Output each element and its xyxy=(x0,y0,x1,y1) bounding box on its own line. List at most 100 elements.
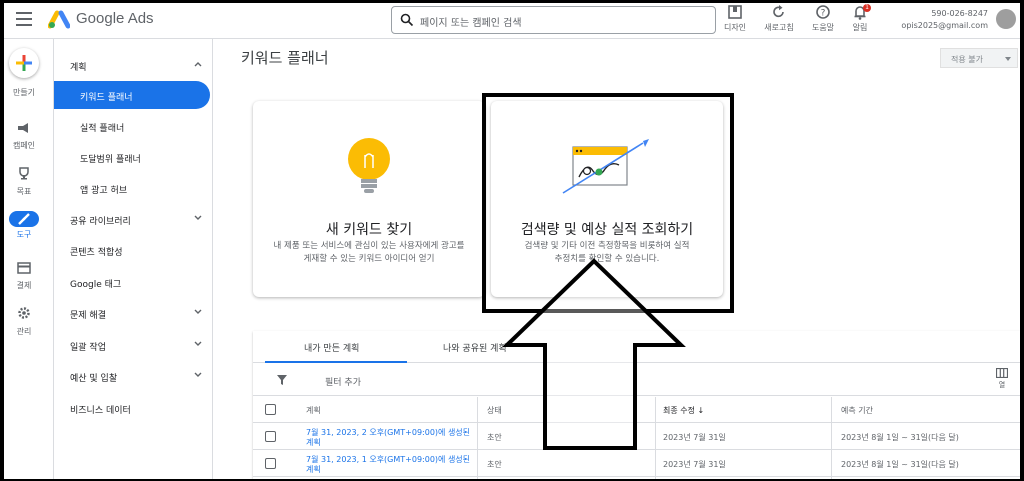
rail-billing-label: 결제 xyxy=(16,281,32,290)
tab-shared-plans[interactable]: 나와 공유된 계획 xyxy=(443,341,507,354)
row-checkbox[interactable] xyxy=(265,458,276,469)
chevron-down-icon xyxy=(194,372,202,377)
help-label: 도움말 xyxy=(811,23,835,32)
plan-modified: 2023년 7월 31일 xyxy=(663,460,726,469)
notification-badge: 1 xyxy=(863,4,871,12)
active-tab-indicator xyxy=(265,361,407,363)
credit-card-icon xyxy=(17,262,31,274)
plan-period: 2023년 8월 1일 ~ 31일(다음 달) xyxy=(841,433,959,442)
nav-item-content-suitability[interactable]: 콘텐츠 적합성 xyxy=(54,236,212,264)
plus-icon xyxy=(16,55,32,71)
tab-my-plans[interactable]: 내가 만든 계획 xyxy=(304,341,359,354)
row-checkbox[interactable] xyxy=(265,431,276,442)
chevron-down-icon xyxy=(194,309,202,314)
search-icon xyxy=(400,13,414,27)
account-info[interactable]: 590-026-8247 opis2025@gmail.com xyxy=(901,8,988,32)
column-divider xyxy=(831,397,832,479)
nav-section-planning[interactable]: 계획 xyxy=(54,51,212,79)
notifications-button[interactable]: 1 알림 xyxy=(840,4,880,36)
gear-icon xyxy=(18,307,30,319)
nav-item-business-data[interactable]: 비즈니스 데이터 xyxy=(54,394,212,422)
discover-card-title: 새 키워드 찾기 xyxy=(325,222,413,238)
svg-text:?: ? xyxy=(821,9,826,19)
account-id: 590-026-8247 xyxy=(931,9,988,18)
column-divider xyxy=(655,397,656,479)
top-bar: Google Ads 페이지 또는 캠페인 검색 디자인 새로고침 ? 도움말 … xyxy=(4,3,1020,39)
apply-dropdown[interactable]: 적용 불가 xyxy=(940,48,1018,68)
page-title: 키워드 플래너 xyxy=(241,49,329,67)
plan-name-line1: 7월 31, 2023, 2 오후(GMT+09:00)에 생성된 xyxy=(306,428,471,437)
tools-pill xyxy=(9,211,39,227)
columns-label: 열 xyxy=(998,381,1006,389)
rail-admin-label: 관리 xyxy=(16,327,32,336)
rail-item-billing[interactable]: 결제 xyxy=(4,259,44,291)
help-button[interactable]: ? 도움말 xyxy=(803,4,843,36)
menu-icon[interactable] xyxy=(16,12,32,26)
tools-nav: 계획 키워드 플래너 실적 플래너 도달범위 플래너 앱 광고 허브 공유 라이… xyxy=(53,39,213,479)
table-row: 7월 31, 2023, 2 오후(GMT+09:00)에 생성된 계획 초안 … xyxy=(253,424,1020,450)
notifications-label: 알림 xyxy=(852,23,868,32)
design-label: 디자인 xyxy=(723,23,747,32)
col-last-modified[interactable]: 최종 수정 ↓ xyxy=(663,405,704,416)
avatar[interactable] xyxy=(996,9,1016,29)
trophy-icon xyxy=(19,167,29,180)
plan-link[interactable]: 7월 31, 2023, 1 오후(GMT+09:00)에 생성된 계획 xyxy=(306,455,470,475)
table-header: 계획 상태 최종 수정 ↓ 예측 기간 xyxy=(253,397,1020,423)
create-button[interactable] xyxy=(9,48,39,78)
account-email: opis2025@gmail.com xyxy=(901,21,988,30)
caret-down-icon xyxy=(1005,57,1011,61)
col-plan[interactable]: 계획 xyxy=(306,405,321,416)
nav-section-budgets-bidding[interactable]: 예산 및 입찰 xyxy=(54,362,212,390)
discover-keywords-card[interactable]: 새 키워드 찾기 내 제품 또는 서비스에 관심이 있는 사용자에게 광고를 게… xyxy=(253,101,485,297)
nav-content-suitability-label: 콘텐츠 적합성 xyxy=(70,248,123,258)
select-all-checkbox[interactable] xyxy=(265,404,276,415)
nav-google-tag-label: Google 태그 xyxy=(70,280,122,290)
nav-business-data-label: 비즈니스 데이터 xyxy=(70,406,131,416)
plan-name-line1: 7월 31, 2023, 1 오후(GMT+09:00)에 생성된 xyxy=(306,455,471,464)
app-frame: Google Ads 페이지 또는 캠페인 검색 디자인 새로고침 ? 도움말 … xyxy=(4,3,1020,479)
nav-item-keyword-planner[interactable]: 키워드 플래너 xyxy=(54,81,210,109)
nav-item-app-hub[interactable]: 앱 광고 허브 xyxy=(54,174,212,202)
google-ads-logo-icon xyxy=(48,10,70,29)
nav-item-google-tag[interactable]: Google 태그 xyxy=(54,268,212,296)
refresh-button[interactable]: 새로고침 xyxy=(759,4,799,36)
col-forecast-period[interactable]: 예측 기간 xyxy=(841,405,873,416)
filter-bar[interactable]: 필터 추가 열 xyxy=(253,364,1020,396)
nav-section-troubleshooting[interactable]: 문제 해결 xyxy=(54,299,212,327)
rail-item-campaigns[interactable]: 캠페인 xyxy=(4,119,44,151)
search-box[interactable]: 페이지 또는 캠페인 검색 xyxy=(391,6,716,34)
nav-item-performance-planner[interactable]: 실적 플래너 xyxy=(54,112,212,140)
refresh-label: 새로고침 xyxy=(764,23,794,32)
rail-create-label-wrap: 만들기 xyxy=(4,85,44,98)
nav-bulk-actions-label: 일괄 작업 xyxy=(70,343,106,353)
filter-icon xyxy=(277,375,287,385)
plans-tabs: 내가 만든 계획 나와 공유된 계획 xyxy=(253,331,1020,363)
plan-status: 초안 xyxy=(487,460,502,469)
nav-section-bulk-actions[interactable]: 일괄 작업 xyxy=(54,331,212,359)
nav-app-hub-label: 앱 광고 허브 xyxy=(80,186,128,196)
chevron-down-icon xyxy=(194,341,202,346)
nav-planning-label: 계획 xyxy=(70,63,87,73)
design-button[interactable]: 디자인 xyxy=(715,4,755,36)
discover-card-description: 내 제품 또는 서비스에 관심이 있는 사용자에게 광고를 게재할 수 있는 키… xyxy=(273,241,465,264)
filter-label: 필터 추가 xyxy=(325,378,361,388)
nav-item-reach-planner[interactable]: 도달범위 플래너 xyxy=(54,143,212,171)
nav-section-shared-library[interactable]: 공유 라이브러리 xyxy=(54,205,212,233)
plan-name-line2: 계획 xyxy=(306,465,321,474)
nav-reach-planner-label: 도달범위 플래너 xyxy=(80,155,141,165)
rail-item-tools[interactable]: 도구 xyxy=(4,211,44,240)
design-icon xyxy=(728,5,742,19)
brand-name: Google Ads xyxy=(76,10,154,27)
rail-item-admin[interactable]: 관리 xyxy=(4,305,44,337)
col-status[interactable]: 상태 xyxy=(487,405,502,416)
help-icon: ? xyxy=(816,5,830,19)
refresh-icon xyxy=(773,5,784,18)
rail-create-label: 만들기 xyxy=(12,88,36,97)
highlight-box xyxy=(482,93,734,313)
rail-tools-label: 도구 xyxy=(16,230,32,239)
nav-troubleshooting-label: 문제 해결 xyxy=(70,311,106,321)
columns-button[interactable]: 열 xyxy=(995,367,1009,390)
nav-budgets-bidding-label: 예산 및 입찰 xyxy=(70,374,118,384)
rail-item-goals[interactable]: 목표 xyxy=(4,165,44,197)
plan-link[interactable]: 7월 31, 2023, 2 오후(GMT+09:00)에 생성된 계획 xyxy=(306,428,470,448)
